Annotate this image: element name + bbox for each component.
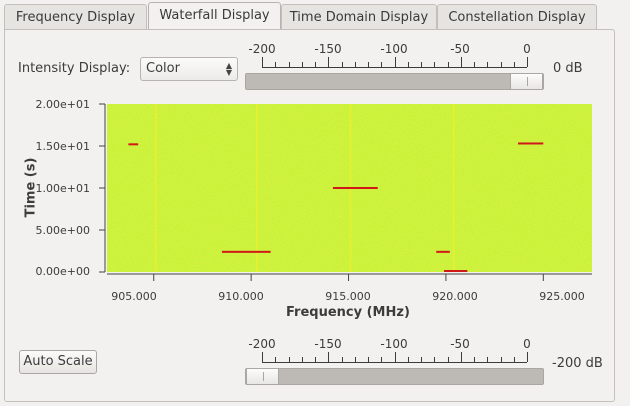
ruler-tick [288,357,290,362]
signal-burst [517,142,544,145]
ruler-tick [341,357,343,362]
ruler-tick [474,357,475,362]
ruler-tick [460,352,462,362]
x-tick-label: 915.000 [325,290,371,303]
y-tick-label: 2.00e+01 [35,98,90,111]
ruler-tick [262,352,263,362]
x-tick-label: 910.000 [218,290,264,303]
bottom-intensity-ruler: -200 -150 -100 -50 0 [248,337,531,363]
x-tick-label: 920.000 [432,290,478,303]
spectral-line [154,104,157,272]
bottom-ruler-label: -150 [314,337,342,351]
auto-scale-button[interactable]: Auto Scale [19,350,97,374]
spectral-line [452,104,455,272]
signal-burst [332,187,378,189]
ruler-tick [447,357,449,362]
ruler-tick [301,357,303,362]
ruler-tick [407,357,409,362]
bottom-ruler-label: -50 [450,337,470,351]
ruler-tick [328,352,330,362]
bottom-ruler-label: -200 [248,337,276,351]
ruler-tick [500,357,502,362]
ruler-tick [434,357,436,362]
signal-burst [221,250,271,253]
ruler-tick [487,357,489,362]
bottom-ruler-label: 0 [523,337,531,351]
x-tick-label: 905.000 [111,290,157,303]
x-axis-title: Frequency (MHz) [286,305,410,320]
bottom-slider-readout: -200 dB [552,356,603,371]
y-tick-label: 5.00e+00 [35,224,90,237]
y-tick-label: 1.00e+01 [35,182,90,195]
ruler-tick [354,357,356,362]
signal-burst [443,270,468,272]
ruler-tick [381,357,383,362]
bottom-ruler-line [262,362,527,363]
waterfall-plot[interactable] [0,0,630,330]
x-tick-label: 925.000 [539,290,585,303]
ruler-tick [394,352,396,362]
bottom-intensity-slider[interactable] [245,368,544,385]
ruler-tick [527,352,528,362]
ruler-tick [368,357,369,362]
y-tick-label: 1.50e+01 [35,140,90,153]
bottom-ruler-label: -100 [380,337,408,351]
tab-waterfall-display[interactable]: Waterfall Display [148,2,281,29]
bottom-slider-handle[interactable] [246,369,279,384]
signal-burst [128,143,139,146]
signal-burst [436,250,450,253]
ruler-tick [275,357,277,362]
ruler-tick [315,357,316,362]
y-axis-title: Time (s) [23,157,39,218]
spectral-line [255,104,258,272]
ruler-tick [513,357,515,362]
ruler-tick [421,357,422,362]
y-tick-label: 0.00e+00 [35,265,90,278]
